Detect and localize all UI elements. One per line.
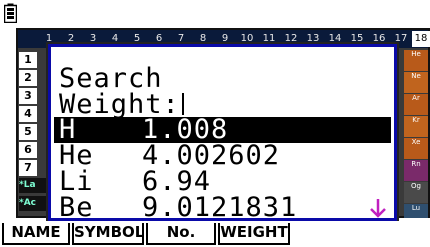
f4-weight-key[interactable]: WEIGHT [218,223,290,245]
f1-name-key[interactable]: NAME [2,223,70,245]
result-weight: 9.0121831 [142,192,298,223]
period-number: 7 [19,160,37,176]
result-symbol: Be [59,192,94,223]
result-row[interactable]: Be 9.0121831 [54,192,391,223]
battery-icon [4,3,17,23]
period-number: 1 [19,52,37,68]
f3-number-key[interactable]: No. [146,223,216,245]
result-row[interactable]: He 4.002602 [54,142,391,169]
dialog-title: Search [59,63,163,94]
period-number: 3 [19,88,37,104]
element-tile[interactable]: Rn [404,160,428,181]
calculator-screen: 1 2 3 4 5 6 7 8 9 10 11 12 13 14 15 16 1… [0,0,430,247]
element-tile[interactable]: Ar [404,94,428,115]
period-number: 4 [19,106,37,122]
period-number: 2 [19,70,37,86]
element-tile[interactable]: Kr [404,116,428,137]
text-cursor [181,93,184,115]
element-tile[interactable]: Ne [404,72,428,93]
element-tile[interactable]: Lu [404,204,428,218]
period-number: 5 [19,124,37,140]
period-number: 6 [19,142,37,158]
element-tile[interactable]: Xe [404,138,428,159]
search-dialog: Search Weight: H 1.008 He 4.002602 Li 6.… [48,44,397,221]
scroll-down-arrow-icon[interactable] [369,197,387,219]
status-bar [0,0,430,27]
element-tile[interactable]: Og [404,182,428,203]
f2-symbol-key[interactable]: SYMBOL [72,223,144,245]
element-tile[interactable]: He [404,50,428,71]
group-number: 18 [412,31,430,47]
function-key-bar: NAME SYMBOL No. WEIGHT [0,221,430,247]
